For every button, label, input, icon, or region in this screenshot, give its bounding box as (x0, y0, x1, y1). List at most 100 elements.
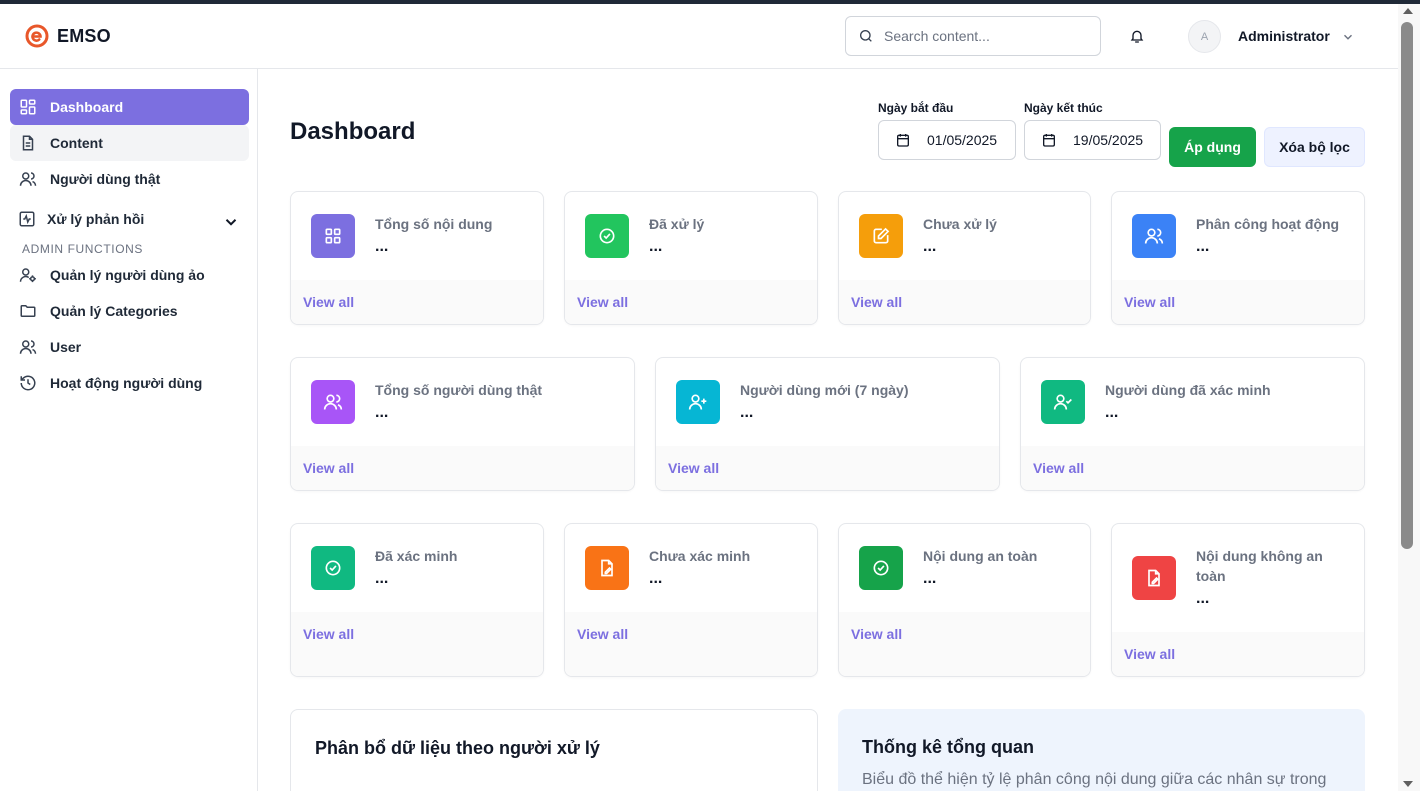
sidebar-item-user[interactable]: User (10, 329, 249, 365)
top-header: EMSO A Administrator (0, 4, 1398, 69)
card-title: Chưa xử lý (923, 216, 997, 232)
calendar-icon (1043, 134, 1055, 147)
card-value: ... (649, 238, 663, 255)
view-all-link[interactable]: View all (303, 626, 354, 642)
page-scrollbar[interactable] (1398, 4, 1420, 791)
stat-card-real-users[interactable]: Tổng số người dùng thật ... View all (290, 357, 635, 491)
avatar[interactable]: A (1188, 20, 1221, 53)
card-value: ... (923, 238, 937, 255)
card-icon-box (311, 380, 355, 424)
chevron-down-icon[interactable] (222, 213, 240, 231)
card-value: ... (1196, 590, 1210, 607)
users-icon (323, 394, 343, 410)
end-date-value: 19/05/2025 (1073, 132, 1144, 148)
view-all-link[interactable]: View all (1124, 294, 1175, 310)
sidebar-item-user-activity[interactable]: Hoạt động người dùng (10, 365, 249, 401)
grid-icon (20, 99, 36, 115)
view-all-link[interactable]: View all (1033, 460, 1084, 476)
card-icon-box (676, 380, 720, 424)
user-name[interactable]: Administrator (1238, 28, 1330, 44)
file-edit-icon (1148, 569, 1160, 587)
stat-card-assignments[interactable]: Phân công hoạt động ... View all (1111, 191, 1365, 325)
view-all-link[interactable]: View all (1124, 646, 1175, 662)
scrollbar-thumb[interactable] (1401, 22, 1413, 549)
sidebar-item-feedback[interactable]: Xử lý phản hồi (10, 201, 249, 237)
stat-card-unsafe-content[interactable]: Nội dung không an toàn ... View all (1111, 523, 1365, 677)
search-box[interactable] (845, 16, 1101, 56)
card-value: ... (375, 570, 389, 587)
sidebar-item-label: Quản lý người dùng ảo (50, 267, 205, 283)
card-value: ... (740, 404, 754, 421)
grid-icon (325, 228, 341, 244)
card-title: Đã xác minh (375, 548, 458, 564)
start-date-field[interactable]: 01/05/2025 (878, 120, 1016, 160)
document-icon (22, 135, 34, 151)
stat-card-unprocessed[interactable]: Chưa xử lý ... View all (838, 191, 1091, 325)
apply-filter-button[interactable]: Áp dụng (1169, 127, 1256, 167)
emso-logo-icon (25, 24, 49, 48)
check-circle-icon (325, 560, 341, 576)
end-date-label: Ngày kết thúc (1024, 101, 1103, 115)
edit-icon (873, 227, 890, 244)
panel-title: Thống kê tổng quan (862, 737, 1034, 757)
end-date-field[interactable]: 19/05/2025 (1024, 120, 1161, 160)
view-all-link[interactable]: View all (851, 294, 902, 310)
start-date-value: 01/05/2025 (927, 132, 998, 148)
distribution-panel: Phân bổ dữ liệu theo người xử lý (290, 709, 818, 791)
card-title: Người dùng đã xác minh (1105, 382, 1271, 398)
stat-card-processed[interactable]: Đã xử lý ... View all (564, 191, 818, 325)
view-all-link[interactable]: View all (668, 460, 719, 476)
brand-name: EMSO (57, 25, 111, 46)
stat-card-safe-content[interactable]: Nội dung an toàn ... View all (838, 523, 1091, 677)
panel-title: Phân bổ dữ liệu theo người xử lý (315, 738, 600, 758)
start-date-label: Ngày bắt đầu (878, 101, 954, 115)
notifications-button[interactable] (1127, 26, 1147, 46)
card-title: Phân công hoạt động (1196, 216, 1340, 232)
card-title: Đã xử lý (649, 216, 705, 232)
card-title: Nội dung an toàn (923, 548, 1038, 564)
card-footer (839, 612, 1090, 676)
stat-card-unverified[interactable]: Chưa xác minh ... View all (564, 523, 818, 677)
users-icon (19, 172, 37, 186)
sidebar-item-dashboard[interactable]: Dashboard (10, 89, 249, 125)
stat-card-total-content[interactable]: Tổng số nội dung ... View all (290, 191, 544, 325)
card-icon-box (311, 214, 355, 258)
card-icon-box (1132, 556, 1176, 600)
stat-card-verified-users[interactable]: Người dùng đã xác minh ... View all (1020, 357, 1365, 491)
brand-logo[interactable]: EMSO (25, 24, 111, 48)
view-all-link[interactable]: View all (851, 626, 902, 642)
sidebar-item-label: Dashboard (50, 99, 124, 115)
clear-filter-button[interactable]: Xóa bộ lọc (1264, 127, 1365, 167)
card-value: ... (1105, 404, 1119, 421)
sidebar-item-real-users[interactable]: Người dùng thật (10, 161, 249, 197)
card-footer (565, 612, 817, 676)
card-title: Người dùng mới (7 ngày) (740, 382, 909, 398)
scroll-down-arrow-icon[interactable] (1403, 781, 1413, 787)
card-title: Nội dung không an toàn (1196, 548, 1323, 584)
sidebar-item-label: Content (50, 135, 103, 151)
sidebar-item-label: Xử lý phản hồi (47, 211, 145, 227)
stat-card-new-users[interactable]: Người dùng mới (7 ngày) ... View all (655, 357, 1000, 491)
card-value: ... (1196, 238, 1210, 255)
view-all-link[interactable]: View all (303, 460, 354, 476)
section-title-admin: ADMIN FUNCTIONS (22, 242, 143, 256)
card-icon-box (311, 546, 355, 590)
check-circle-icon (599, 228, 615, 244)
scroll-up-arrow-icon[interactable] (1403, 8, 1413, 14)
sidebar-item-categories[interactable]: Quản lý Categories (10, 293, 249, 329)
card-footer (291, 612, 543, 676)
card-title: Tổng số nội dung (375, 216, 493, 232)
search-input[interactable] (884, 28, 1084, 44)
view-all-link[interactable]: View all (577, 294, 628, 310)
sidebar-item-content[interactable]: Content (10, 125, 249, 161)
folder-icon (20, 305, 36, 317)
view-all-link[interactable]: View all (577, 626, 628, 642)
stat-card-verified[interactable]: Đã xác minh ... View all (290, 523, 544, 677)
sidebar-item-label: Quản lý Categories (50, 303, 178, 319)
sidebar-item-label: Hoạt động người dùng (50, 375, 203, 391)
sidebar: Dashboard Content Người dùng thật Xử lý … (0, 69, 258, 791)
sidebar-item-virtual-users[interactable]: Quản lý người dùng ảo (10, 257, 249, 293)
card-value: ... (923, 570, 937, 587)
chevron-down-icon[interactable] (1341, 30, 1355, 44)
view-all-link[interactable]: View all (303, 294, 354, 310)
